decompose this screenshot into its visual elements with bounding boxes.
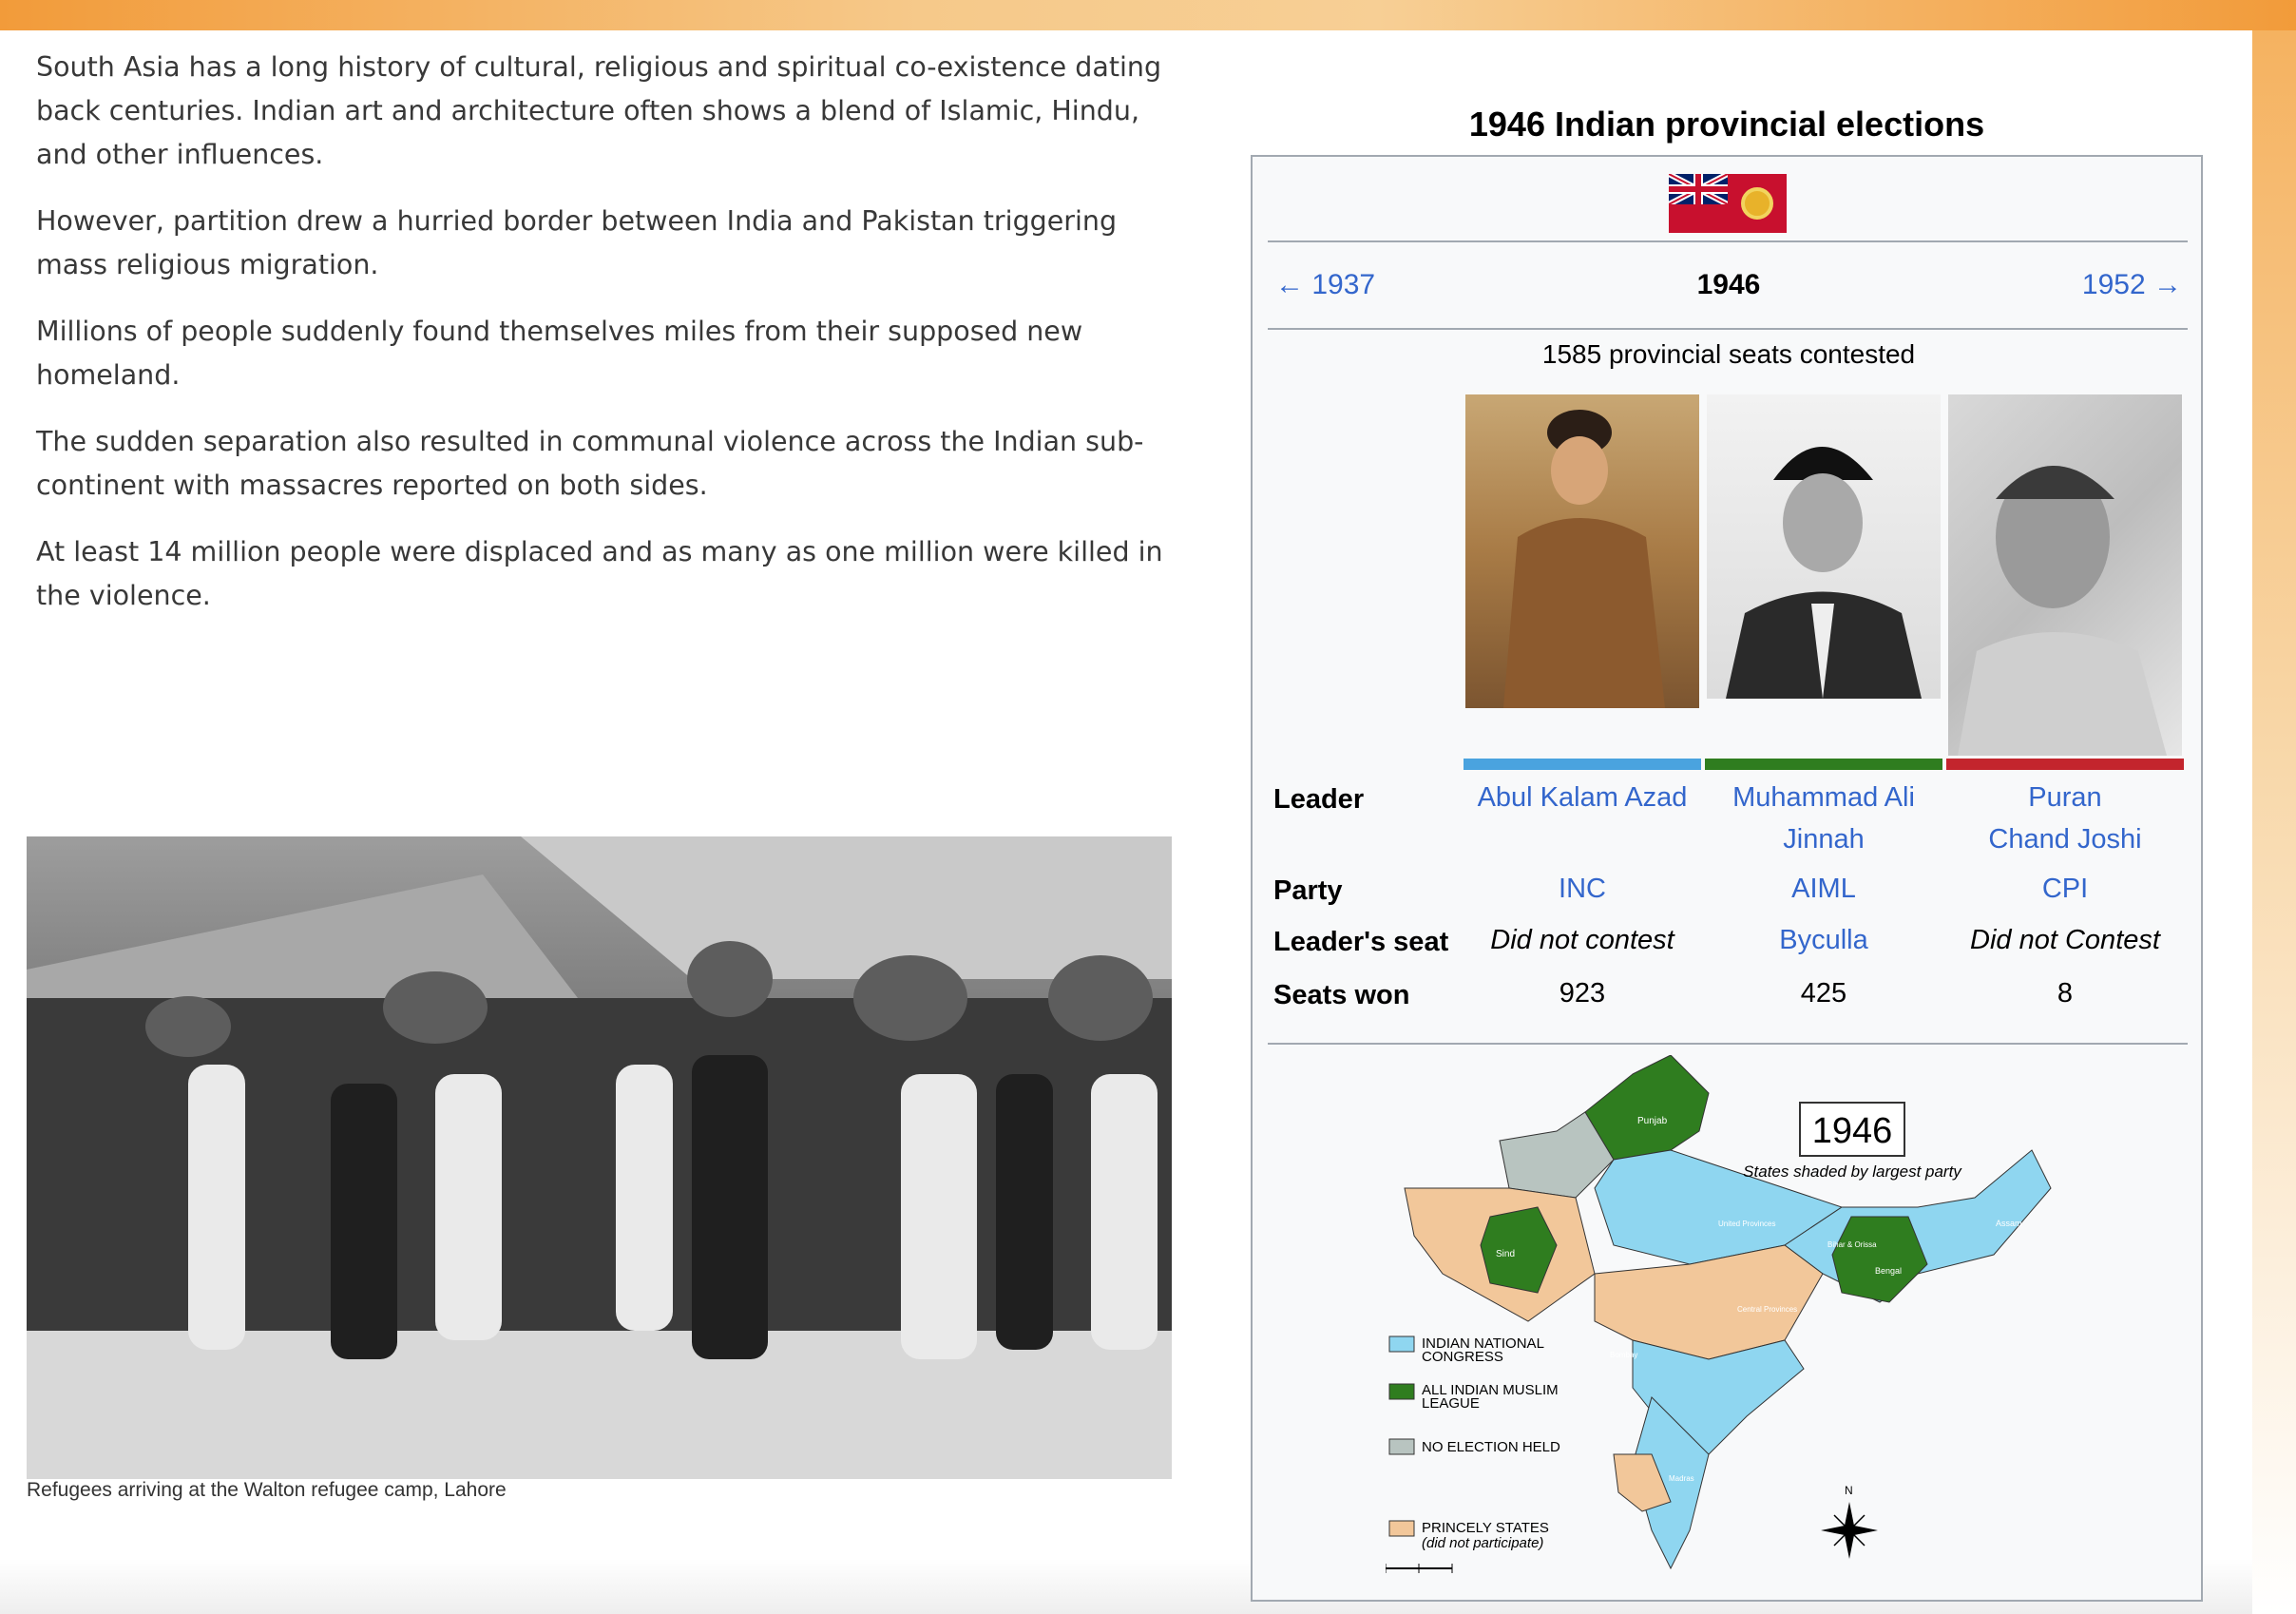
paragraph: South Asia has a long history of cultura… [36, 51, 1162, 170]
divider [1268, 240, 2188, 242]
party-cpi-link[interactable]: CPI [1946, 868, 2184, 910]
seat-joshi: Did not Contest [1970, 925, 2160, 955]
infobox-title: 1946 Indian provincial elections [1468, 105, 1985, 144]
region-label: Bihar & Orissa [1827, 1240, 1877, 1249]
election-infobox: ← 1937 1946 1952 → 1585 provincial seats… [1251, 155, 2203, 1602]
star-of-india-icon [1741, 187, 1773, 220]
legend-aiml-label-2: LEAGUE [1422, 1395, 1480, 1412]
portrait-jinnah[interactable] [1707, 394, 1941, 699]
divider [1268, 328, 2188, 330]
paragraph: However, partition drew a hurried border… [36, 205, 1118, 280]
scale-bar-icon [1385, 1564, 1453, 1573]
photo-caption: Refugees arriving at the Walton refugee … [27, 1479, 507, 1501]
region-label: Sind [1496, 1249, 1515, 1259]
leader-joshi-link[interactable]: Puran Chand Joshi [1946, 777, 2184, 860]
seats-won-cpi: 8 [2057, 978, 2074, 1009]
party-inc-link[interactable]: INC [1464, 868, 1701, 910]
region-label: United Provinces [1718, 1220, 1775, 1228]
seats-contested: 1585 provincial seats contested [1541, 339, 1916, 369]
legend-swatch-aiml [1388, 1383, 1415, 1400]
legend-swatch-princely [1388, 1520, 1415, 1537]
party-aiml-link[interactable]: AIML [1705, 868, 1942, 910]
legend-none-label: NO ELECTION HELD [1422, 1439, 1560, 1455]
union-jack-icon [1667, 171, 1730, 207]
seats-won-inc: 923 [1559, 978, 1606, 1009]
legend-swatch-inc [1388, 1335, 1415, 1353]
legend-swatch-none [1388, 1438, 1415, 1455]
party-color-bar [1464, 759, 1701, 770]
leader-azad-link[interactable]: Abul Kalam Azad [1464, 777, 1701, 818]
seat-azad: Did not contest [1490, 925, 1674, 955]
party-color-bar [1705, 759, 1942, 770]
compass-n-label: N [1845, 1484, 1853, 1497]
legend-princely-label-2: (did not participate) [1422, 1535, 1543, 1551]
party-color-bar [1946, 759, 2184, 770]
divider [1268, 1043, 2188, 1045]
paragraph: Millions of people suddenly found themse… [36, 316, 1083, 391]
right-accent-edge [2252, 30, 2296, 1614]
next-election-link[interactable]: 1952 → [2082, 269, 2182, 301]
leader-jinnah-link[interactable]: Muhammad Ali Jinnah [1705, 777, 1942, 860]
label-leaders-seat: Leader's seat [1273, 927, 1449, 957]
region-label: Madras [1669, 1474, 1694, 1483]
legend-inc-label-2: CONGRESS [1422, 1349, 1503, 1365]
region-label: Punjab [1637, 1116, 1668, 1126]
region-label: Central Provinces [1737, 1305, 1797, 1314]
seat-jinnah-link[interactable]: Byculla [1705, 919, 1942, 961]
region-label: Bombay [1610, 1351, 1637, 1359]
label-leader: Leader [1273, 784, 1365, 815]
portrait-azad[interactable] [1465, 394, 1699, 708]
seats-won-aiml: 425 [1800, 978, 1847, 1009]
portrait-joshi[interactable] [1948, 394, 2182, 756]
current-election: 1946 [1696, 269, 1761, 300]
refugees-photo [27, 836, 1172, 1479]
region-label: Bengal [1875, 1266, 1902, 1276]
compass-rose-icon [1821, 1502, 1878, 1559]
top-accent-bar [0, 0, 2296, 30]
map-year-label: 1946 [1812, 1111, 1893, 1151]
paragraph: The sudden separation also resulted in c… [36, 426, 1144, 501]
label-seats-won: Seats won [1273, 980, 1410, 1010]
region-label: Assam [1996, 1219, 2022, 1228]
article-body: South Asia has a long history of cultura… [36, 46, 1167, 641]
paragraph: At least 14 million people were displace… [36, 536, 1163, 611]
flag-icon [1667, 171, 1787, 233]
map-subtitle: States shaded by largest party [1743, 1162, 1962, 1181]
legend-princely-label: PRINCELY STATES [1422, 1520, 1549, 1536]
election-map[interactable]: 1946 States shaded by largest party Punj… [1385, 1054, 2070, 1587]
label-party: Party [1273, 875, 1343, 906]
